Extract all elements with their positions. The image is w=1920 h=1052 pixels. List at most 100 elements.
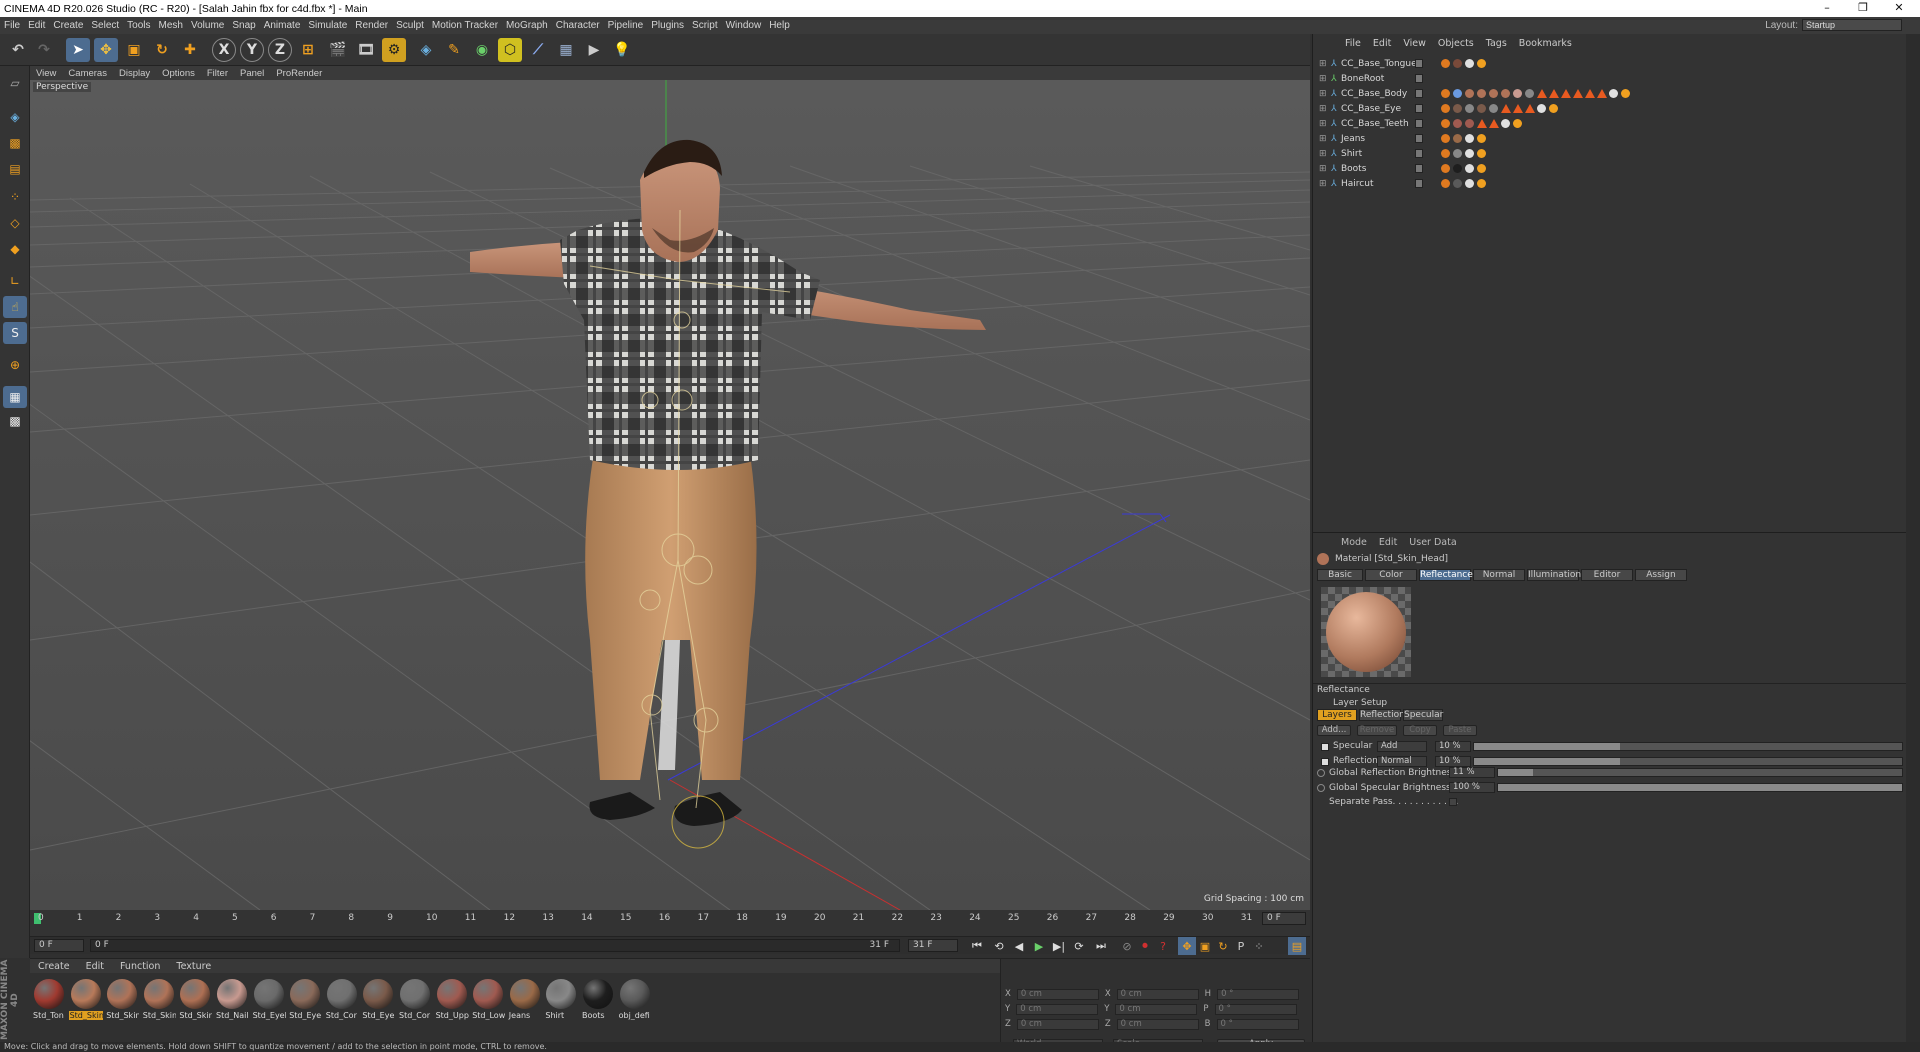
menu-plugins[interactable]: Plugins (647, 20, 688, 31)
viewport-menu-options[interactable]: Options (156, 68, 201, 79)
record-keys-icon[interactable]: ⊘ (1118, 937, 1136, 955)
object-tag-icon[interactable] (1465, 164, 1474, 173)
object-tag-icon[interactable] (1609, 89, 1618, 98)
coord-field[interactable]: 0 cm (1016, 1004, 1099, 1015)
perspective-viewport[interactable]: Perspective Grid Spacing : 100 cm (30, 80, 1310, 910)
layer-tab-specular[interactable]: Specular (1403, 709, 1443, 721)
material-swatch[interactable]: Std_Nail (215, 977, 249, 1027)
menu-render[interactable]: Render (351, 20, 392, 31)
menu-volume[interactable]: Volume (187, 20, 228, 31)
object-tag-icon[interactable] (1489, 104, 1498, 113)
object-row[interactable]: ⊞ ⅄ CC_Base_Tongue (1313, 56, 1907, 71)
copy-layer-button[interactable]: Copy (1403, 725, 1437, 736)
material-swatch[interactable]: Std_Eye (288, 977, 322, 1027)
material-swatch[interactable]: Std_Cor (398, 977, 432, 1027)
add-layer-button[interactable]: Add... (1317, 725, 1351, 736)
object-tag-icon[interactable] (1477, 149, 1486, 158)
object-tag-icon[interactable] (1453, 104, 1462, 113)
make-editable-icon[interactable]: ▱ (3, 72, 27, 94)
object-row[interactable]: ⊞ ⅄ Shirt (1313, 146, 1907, 161)
layer-opacity-slider[interactable] (1473, 742, 1903, 751)
move-tool-icon[interactable]: ✥ (94, 38, 118, 62)
layer-tab-reflection[interactable]: Reflection (1359, 709, 1405, 721)
model-mode-icon[interactable]: ◈ (3, 106, 27, 128)
expand-icon[interactable]: ⊞ (1319, 89, 1327, 99)
object-tag-icon[interactable] (1513, 89, 1522, 98)
expand-icon[interactable]: ⊞ (1319, 119, 1327, 129)
attr-menu-user-data[interactable]: User Data (1403, 537, 1462, 548)
object-tag-icon[interactable] (1465, 104, 1474, 113)
menu-tools[interactable]: Tools (123, 20, 154, 31)
layer-enable-checkbox[interactable] (1321, 758, 1329, 766)
material-swatch[interactable]: Std_Skin (105, 977, 139, 1027)
viewport-menu-view[interactable]: View (30, 68, 62, 79)
object-tag-icon[interactable] (1477, 119, 1487, 128)
visibility-toggle[interactable] (1415, 134, 1423, 143)
object-tag-icon[interactable] (1465, 89, 1474, 98)
layout-dropdown[interactable]: Startup (1802, 19, 1902, 31)
object-row[interactable]: ⊞ ⅄ Haircut (1313, 176, 1907, 191)
menu-window[interactable]: Window (722, 20, 766, 31)
key-parameter-icon[interactable]: P (1232, 937, 1250, 955)
axis-y-button[interactable]: Y (240, 38, 264, 62)
goto-start-icon[interactable]: ⏮ (968, 937, 986, 955)
frame-range-slider[interactable]: 0 F 31 F (90, 939, 900, 952)
object-tag-icon[interactable] (1597, 89, 1607, 98)
menu-simulate[interactable]: Simulate (304, 20, 351, 31)
key-position-icon[interactable]: ✥ (1178, 937, 1196, 955)
material-swatch[interactable]: obj_defi (618, 977, 652, 1027)
menu-create[interactable]: Create (49, 20, 87, 31)
material-swatch[interactable]: Std_Upp (435, 977, 469, 1027)
material-swatch[interactable]: Shirt (544, 977, 578, 1027)
current-frame-field[interactable]: 0 F (34, 939, 84, 952)
layer-opacity-field[interactable]: 10 % (1435, 756, 1471, 767)
menu-file[interactable]: File (0, 20, 24, 31)
keyframe-selection-icon[interactable]: ? (1154, 937, 1172, 955)
object-tag-icon[interactable] (1501, 89, 1510, 98)
coord-field[interactable]: 0 ° (1214, 1004, 1297, 1015)
coord-field[interactable]: 0 ° (1216, 1019, 1299, 1030)
axis-z-button[interactable]: Z (268, 38, 292, 62)
material-swatch[interactable]: Jeans (508, 977, 542, 1027)
points-mode-icon[interactable]: ⁘ (3, 186, 27, 208)
global-specular-anim-icon[interactable] (1317, 784, 1325, 792)
subdivision-icon[interactable]: ◉ (470, 38, 494, 62)
menu-character[interactable]: Character (552, 20, 604, 31)
object-row[interactable]: ⊞ ⅄ CC_Base_Body (1313, 86, 1907, 101)
layer-opacity-field[interactable]: 10 % (1435, 741, 1471, 752)
object-tag-icon[interactable] (1465, 59, 1474, 68)
cube-icon[interactable]: ◈ (414, 38, 438, 62)
pen-spline-icon[interactable]: ✎ (442, 38, 466, 62)
object-tag-icon[interactable] (1501, 104, 1511, 113)
edges-mode-icon[interactable]: ◇ (3, 212, 27, 234)
expand-icon[interactable]: ⊞ (1319, 149, 1327, 159)
object-tag-icon[interactable] (1441, 134, 1450, 143)
object-tag-icon[interactable] (1489, 119, 1499, 128)
menu-snap[interactable]: Snap (228, 20, 259, 31)
object-tag-icon[interactable] (1489, 89, 1498, 98)
object-tag-icon[interactable] (1549, 89, 1559, 98)
object-tag-icon[interactable] (1477, 59, 1486, 68)
floor-icon[interactable]: ▦ (554, 38, 578, 62)
menu-sculpt[interactable]: Sculpt (392, 20, 428, 31)
coord-field[interactable]: 0 cm (1115, 1004, 1198, 1015)
scale-tool-icon[interactable]: ▣ (122, 38, 146, 62)
light-icon[interactable]: 💡 (610, 38, 634, 62)
tab-reflectance[interactable]: Reflectance (1419, 569, 1473, 581)
object-tag-icon[interactable] (1453, 164, 1462, 173)
object-tag-icon[interactable] (1585, 89, 1595, 98)
object-tag-icon[interactable] (1465, 119, 1474, 128)
visibility-toggle[interactable] (1415, 179, 1423, 188)
polygons-mode-icon[interactable]: ◆ (3, 238, 27, 260)
play-icon[interactable]: ▶ (1030, 937, 1048, 955)
snap-icon[interactable]: ⊕ (3, 354, 27, 376)
material-swatch[interactable]: Std_Skin (68, 977, 103, 1027)
render-settings-icon[interactable]: ⚙ (382, 38, 406, 62)
object-tag-icon[interactable] (1465, 149, 1474, 158)
object-tag-icon[interactable] (1525, 89, 1534, 98)
key-scale-icon[interactable]: ▣ (1196, 937, 1214, 955)
object-row[interactable]: ⊞ ⅄ CC_Base_Eye (1313, 101, 1907, 116)
material-swatch[interactable]: Std_Skin (142, 977, 176, 1027)
object-tag-icon[interactable] (1537, 104, 1546, 113)
object-tag-icon[interactable] (1465, 179, 1474, 188)
